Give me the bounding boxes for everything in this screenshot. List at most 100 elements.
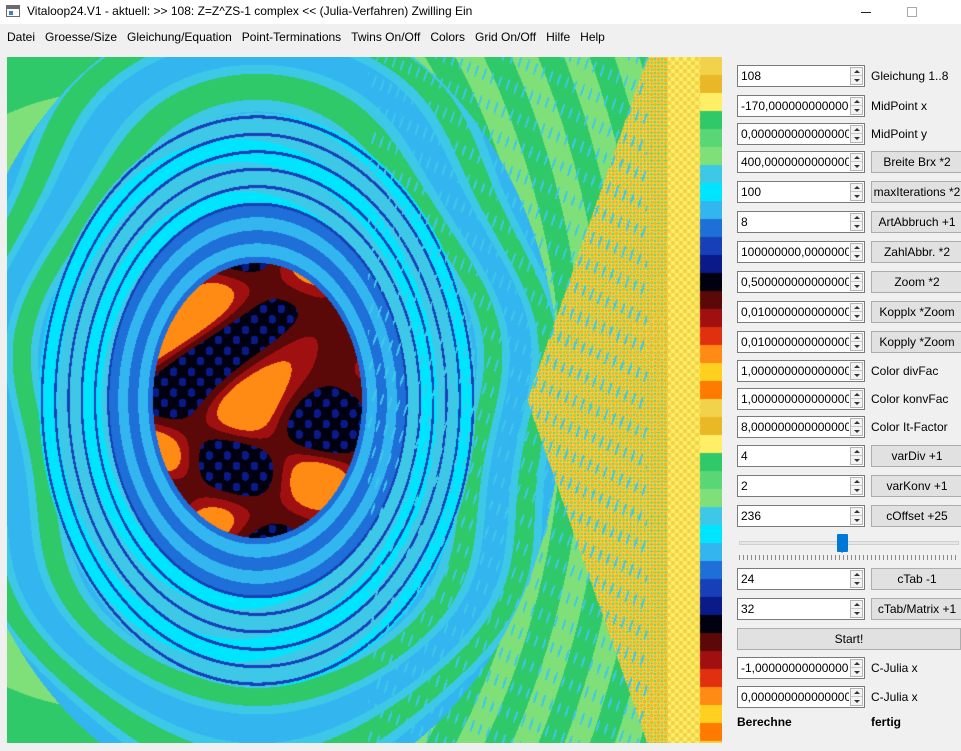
kopplx-zoom-button[interactable]: Kopplx *Zoom — [871, 301, 961, 323]
spin-down-icon[interactable] — [851, 697, 862, 705]
zahlabbr-2-button[interactable]: ZahlAbbr. *2 — [871, 241, 961, 263]
spin-down-icon[interactable] — [851, 134, 862, 142]
spin-down-icon[interactable] — [851, 579, 862, 587]
spin-up-icon[interactable] — [851, 334, 862, 342]
menu-gleichung-equation[interactable]: Gleichung/Equation — [122, 27, 237, 47]
spin-up-icon[interactable] — [851, 126, 862, 134]
gleichung-1-8-spinbox[interactable]: 108 — [737, 65, 865, 87]
spin-down-icon[interactable] — [851, 162, 862, 170]
maxiterations-2-button[interactable]: maxIterations *2 — [871, 181, 961, 203]
kopply-zoom-value[interactable]: 0,0100000000000000 — [741, 335, 849, 349]
spin-up-icon[interactable] — [851, 304, 862, 312]
spin-down-icon[interactable] — [851, 486, 862, 494]
minimize-button[interactable] — [843, 0, 889, 24]
menu-help[interactable]: Help — [575, 27, 610, 47]
gleichung-1-8-value[interactable]: 108 — [741, 69, 849, 83]
spin-down-icon[interactable] — [851, 456, 862, 464]
zahlabbr-2-value[interactable]: 100000000,000000000 — [741, 245, 849, 259]
menu-datei[interactable]: Datei — [2, 27, 40, 47]
spin-down-icon[interactable] — [851, 252, 862, 260]
spin-down-icon[interactable] — [851, 282, 862, 290]
color-offset-slider[interactable] — [737, 534, 961, 564]
zoom-2-button[interactable]: Zoom *2 — [871, 271, 961, 293]
breite-brx-2-button[interactable]: Breite Brx *2 — [871, 151, 961, 173]
vardiv-1-value[interactable]: 4 — [741, 449, 849, 463]
color-it-factor-spinbox[interactable]: 8,0000000000000000 — [737, 416, 865, 438]
spin-up-icon[interactable] — [851, 363, 862, 371]
ctab-matrix-1-button[interactable]: cTab/Matrix +1 — [871, 598, 961, 620]
ctab-matrix-1-value[interactable]: 32 — [741, 602, 849, 616]
spin-down-icon[interactable] — [851, 516, 862, 524]
spin-up-icon[interactable] — [851, 689, 862, 697]
title-bar[interactable]: Vitaloop24.V1 - aktuell: >> 108: Z=Z^ZS-… — [0, 0, 961, 24]
c-julia-x-value[interactable]: -1,0000000000000000 — [741, 661, 849, 675]
coffset-25-button[interactable]: cOffset +25 — [871, 505, 961, 527]
menu-grid[interactable]: Grid On/Off — [470, 27, 541, 47]
coffset-25-spinbox[interactable]: 236 — [737, 505, 865, 527]
color-konvfac-spinbox[interactable]: 1,0000000000000000 — [737, 388, 865, 410]
midpoint-y-spinbox[interactable]: 0,0000000000000000 — [737, 123, 865, 145]
coffset-25-value[interactable]: 236 — [741, 509, 849, 523]
maximize-button[interactable] — [889, 0, 935, 24]
spin-up-icon[interactable] — [851, 68, 862, 76]
zoom-2-value[interactable]: 0,5000000000000000 — [741, 275, 849, 289]
spin-up-icon[interactable] — [851, 478, 862, 486]
c-julia-x-value[interactable]: 0,0000000000000000 — [741, 690, 849, 704]
breite-brx-2-value[interactable]: 400,000000000000000 — [741, 155, 849, 169]
menu-hilfe[interactable]: Hilfe — [541, 27, 575, 47]
vardiv-1-button[interactable]: varDiv +1 — [871, 445, 961, 467]
maxiterations-2-value[interactable]: 100 — [741, 185, 849, 199]
fractal-image[interactable] — [7, 57, 722, 743]
spin-up-icon[interactable] — [851, 274, 862, 282]
spin-down-icon[interactable] — [851, 222, 862, 230]
midpoint-y-value[interactable]: 0,0000000000000000 — [741, 127, 849, 141]
color-it-factor-value[interactable]: 8,0000000000000000 — [741, 420, 849, 434]
spin-up-icon[interactable] — [851, 154, 862, 162]
zahlabbr-2-spinbox[interactable]: 100000000,000000000 — [737, 241, 865, 263]
artabbruch-1-value[interactable]: 8 — [741, 215, 849, 229]
menu-colors[interactable]: Colors — [425, 27, 470, 47]
kopplx-zoom-value[interactable]: 0,0100000000000000 — [741, 305, 849, 319]
spin-down-icon[interactable] — [851, 399, 862, 407]
spin-up-icon[interactable] — [851, 660, 862, 668]
breite-brx-2-spinbox[interactable]: 400,000000000000000 — [737, 151, 865, 173]
start-button[interactable]: Start! — [737, 628, 961, 650]
spin-down-icon[interactable] — [851, 312, 862, 320]
varkonv-1-value[interactable]: 2 — [741, 479, 849, 493]
midpoint-x-spinbox[interactable]: -170,000000000000000 — [737, 95, 865, 117]
color-konvfac-value[interactable]: 1,0000000000000000 — [741, 392, 849, 406]
spin-up-icon[interactable] — [851, 601, 862, 609]
spin-down-icon[interactable] — [851, 76, 862, 84]
varkonv-1-spinbox[interactable]: 2 — [737, 475, 865, 497]
maxiterations-2-spinbox[interactable]: 100 — [737, 181, 865, 203]
zoom-2-spinbox[interactable]: 0,5000000000000000 — [737, 271, 865, 293]
menu-point-terminations[interactable]: Point-Terminations — [237, 27, 346, 47]
c-julia-x-spinbox[interactable]: -1,0000000000000000 — [737, 657, 865, 679]
menu-groesse-size[interactable]: Groesse/Size — [40, 27, 122, 47]
spin-up-icon[interactable] — [851, 98, 862, 106]
spin-up-icon[interactable] — [851, 184, 862, 192]
spin-up-icon[interactable] — [851, 448, 862, 456]
kopplx-zoom-spinbox[interactable]: 0,0100000000000000 — [737, 301, 865, 323]
spin-up-icon[interactable] — [851, 244, 862, 252]
spin-down-icon[interactable] — [851, 192, 862, 200]
color-divfac-value[interactable]: 1,0000000000000000 — [741, 364, 849, 378]
ctab-1-value[interactable]: 24 — [741, 572, 849, 586]
ctab-1-spinbox[interactable]: 24 — [737, 568, 865, 590]
menu-twins[interactable]: Twins On/Off — [346, 27, 425, 47]
slider-track[interactable] — [739, 541, 959, 545]
color-divfac-spinbox[interactable]: 1,0000000000000000 — [737, 360, 865, 382]
spin-up-icon[interactable] — [851, 391, 862, 399]
spin-down-icon[interactable] — [851, 609, 862, 617]
spin-down-icon[interactable] — [851, 106, 862, 114]
artabbruch-1-button[interactable]: ArtAbbruch +1 — [871, 211, 961, 233]
vardiv-1-spinbox[interactable]: 4 — [737, 445, 865, 467]
spin-up-icon[interactable] — [851, 508, 862, 516]
kopply-zoom-spinbox[interactable]: 0,0100000000000000 — [737, 331, 865, 353]
spin-up-icon[interactable] — [851, 214, 862, 222]
spin-down-icon[interactable] — [851, 371, 862, 379]
midpoint-x-value[interactable]: -170,000000000000000 — [741, 99, 849, 113]
varkonv-1-button[interactable]: varKonv +1 — [871, 475, 961, 497]
spin-down-icon[interactable] — [851, 342, 862, 350]
artabbruch-1-spinbox[interactable]: 8 — [737, 211, 865, 233]
